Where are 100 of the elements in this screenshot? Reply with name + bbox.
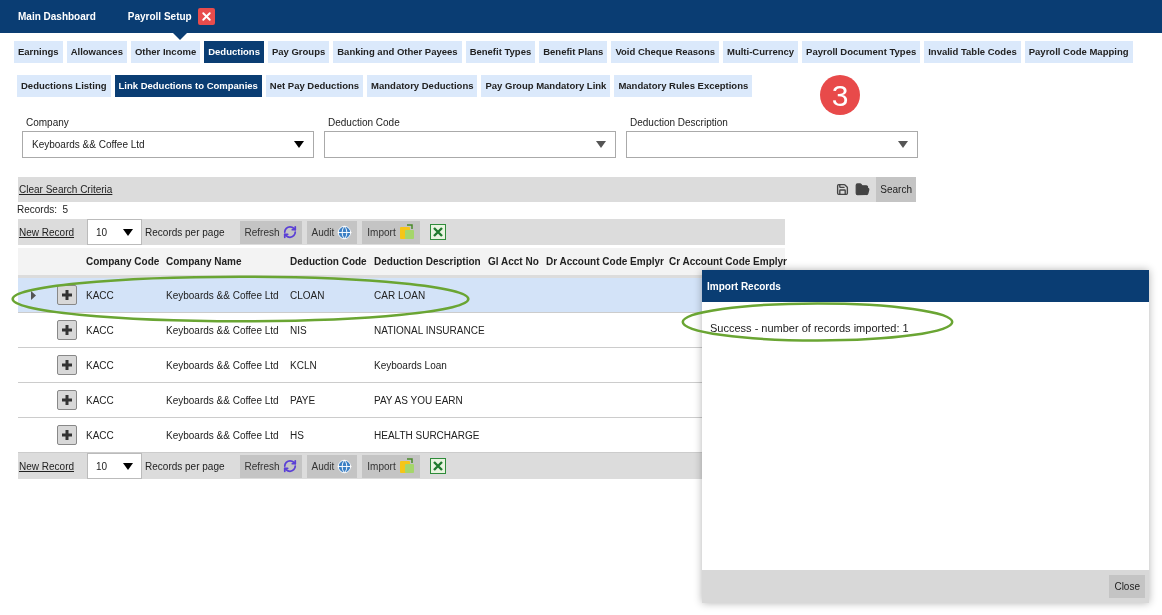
sub-tab[interactable]: Mandatory Deductions: [367, 75, 478, 97]
import-button[interactable]: Import: [362, 220, 420, 244]
module-tab[interactable]: Multi-Currency: [723, 41, 799, 63]
close-button[interactable]: Close: [1109, 575, 1145, 598]
expand-row-button[interactable]: [57, 390, 77, 410]
step-badge: 3: [820, 75, 860, 115]
table-cell-text: KACC: [86, 323, 115, 338]
table-cell-text: Keyboards && Coffee Ltd: [166, 393, 280, 408]
table-cell-text: PAYE: [290, 393, 317, 408]
plus-icon: [61, 324, 73, 336]
filter-label: Deduction Description: [629, 116, 729, 130]
column-header: Company Name: [166, 255, 243, 269]
row-pointer-icon: [30, 290, 36, 300]
search-button[interactable]: Search: [876, 177, 916, 202]
import-button[interactable]: Import: [362, 454, 420, 478]
new-record-link[interactable]: New Record: [19, 458, 75, 474]
new-record-link[interactable]: New Record: [19, 224, 75, 240]
refresh-icon: [282, 225, 297, 239]
close-tab-button[interactable]: [197, 8, 215, 25]
table-cell-text: CAR LOAN: [374, 288, 427, 303]
module-tab[interactable]: Allowances: [66, 41, 127, 63]
table-cell-text: Keyboards && Coffee Ltd: [166, 428, 280, 443]
module-tab[interactable]: Deductions: [204, 41, 264, 63]
table-cell-text: PAY AS YOU EARN: [374, 393, 464, 408]
import-box-icon: [398, 224, 415, 240]
filter-dropdown[interactable]: Keyboards && Coffee Ltd: [22, 131, 314, 158]
filter-label: Company: [25, 116, 70, 130]
expand-row-button[interactable]: [57, 355, 77, 375]
dropdown-caret-icon: [294, 141, 304, 148]
module-tab[interactable]: Payroll Code Mapping: [1024, 41, 1133, 63]
table-cell-text: Keyboards && Coffee Ltd: [166, 358, 280, 373]
success-message: Success - number of records imported: 1: [710, 322, 909, 334]
module-tab[interactable]: Void Cheque Reasons: [611, 41, 719, 63]
expand-row-button[interactable]: [57, 320, 77, 340]
table-cell-text: Keyboards Loan: [374, 358, 448, 373]
excel-icon: [431, 226, 444, 238]
audit-button[interactable]: Audit: [306, 220, 358, 244]
module-tab[interactable]: Payroll Document Types: [802, 41, 921, 63]
filter-label: Deduction Code: [327, 116, 401, 130]
header-tab[interactable]: Main Dashboard: [18, 0, 96, 33]
plus-icon: [61, 394, 73, 406]
save-icon[interactable]: [836, 183, 850, 196]
table-cell-text: KCLN: [290, 358, 318, 373]
table-cell-text: NIS: [290, 323, 308, 338]
refresh-icon: [282, 459, 297, 473]
module-tab[interactable]: Other Income: [130, 41, 201, 63]
column-header: Company Code: [86, 255, 161, 269]
table-cell-text: Keyboards && Coffee Ltd: [166, 323, 280, 338]
dropdown-caret-icon: [123, 462, 134, 470]
excel-export-button[interactable]: [429, 458, 446, 474]
module-tab[interactable]: Invalid Table Codes: [924, 41, 1021, 63]
page-size-select[interactable]: 10: [87, 453, 143, 479]
import-box-icon: [398, 458, 415, 474]
sub-tab[interactable]: Deductions Listing: [17, 75, 111, 97]
close-icon: [199, 10, 213, 23]
module-tab[interactable]: Benefit Types: [465, 41, 536, 63]
plus-icon: [61, 429, 73, 441]
table-cell-text: KACC: [86, 393, 115, 408]
table-cell-text: HEALTH SURCHARGE: [374, 428, 481, 443]
module-tab[interactable]: Banking and Other Payees: [333, 41, 462, 63]
sub-tab[interactable]: Net Pay Deductions: [265, 75, 364, 97]
excel-icon: [431, 460, 444, 472]
globe-icon: [337, 458, 353, 474]
table-cell-text: KACC: [86, 288, 115, 303]
table-cell-text: NATIONAL INSURANCE: [374, 323, 486, 338]
expand-row-button[interactable]: [57, 425, 77, 445]
plus-icon: [61, 289, 73, 301]
column-header: Gl Acct No: [488, 255, 540, 269]
audit-button[interactable]: Audit: [306, 454, 358, 478]
table-cell-text: CLOAN: [290, 288, 326, 303]
table-cell-text: KACC: [86, 358, 115, 373]
expand-row-button[interactable]: [57, 285, 77, 305]
header-tab[interactable]: Payroll Setup: [127, 0, 215, 33]
sub-tab[interactable]: Pay Group Mandatory Link: [481, 75, 611, 97]
page-size-select[interactable]: 10: [87, 219, 143, 245]
clear-search-link[interactable]: Clear Search Criteria: [19, 182, 113, 197]
records-per-page-label: Records per page: [145, 459, 225, 474]
plus-icon: [61, 359, 73, 371]
excel-export-button[interactable]: [429, 224, 446, 240]
dropdown-caret-icon: [123, 228, 134, 236]
module-tab[interactable]: Earnings: [14, 41, 63, 63]
globe-icon: [337, 224, 353, 240]
records-per-page-label: Records per page: [145, 225, 225, 240]
table-row[interactable]: KACC Keyboards && Coffee Ltd CLOAN CAR LOAN: [18, 278, 702, 313]
module-tab[interactable]: Pay Groups: [267, 41, 330, 63]
column-header: Deduction Code: [290, 255, 368, 269]
dialog-title: Import Records: [707, 279, 781, 294]
refresh-button[interactable]: Refresh: [239, 220, 302, 244]
column-header: Dr Account Code Emplyr: [546, 255, 665, 269]
column-header: Deduction Description: [374, 255, 482, 269]
dropdown-caret-icon: [596, 141, 606, 148]
folder-icon[interactable]: [855, 182, 871, 197]
table-cell-text: HS: [290, 428, 305, 443]
sub-tab[interactable]: Mandatory Rules Exceptions: [614, 75, 753, 97]
module-tab[interactable]: Benefit Plans: [539, 41, 608, 63]
dropdown-caret-icon: [898, 141, 908, 148]
column-header: Cr Account Code Emplyr: [669, 255, 785, 269]
refresh-button[interactable]: Refresh: [239, 454, 302, 478]
records-count: Records: 5: [17, 204, 69, 215]
sub-tab[interactable]: Link Deductions to Companies: [114, 75, 262, 97]
